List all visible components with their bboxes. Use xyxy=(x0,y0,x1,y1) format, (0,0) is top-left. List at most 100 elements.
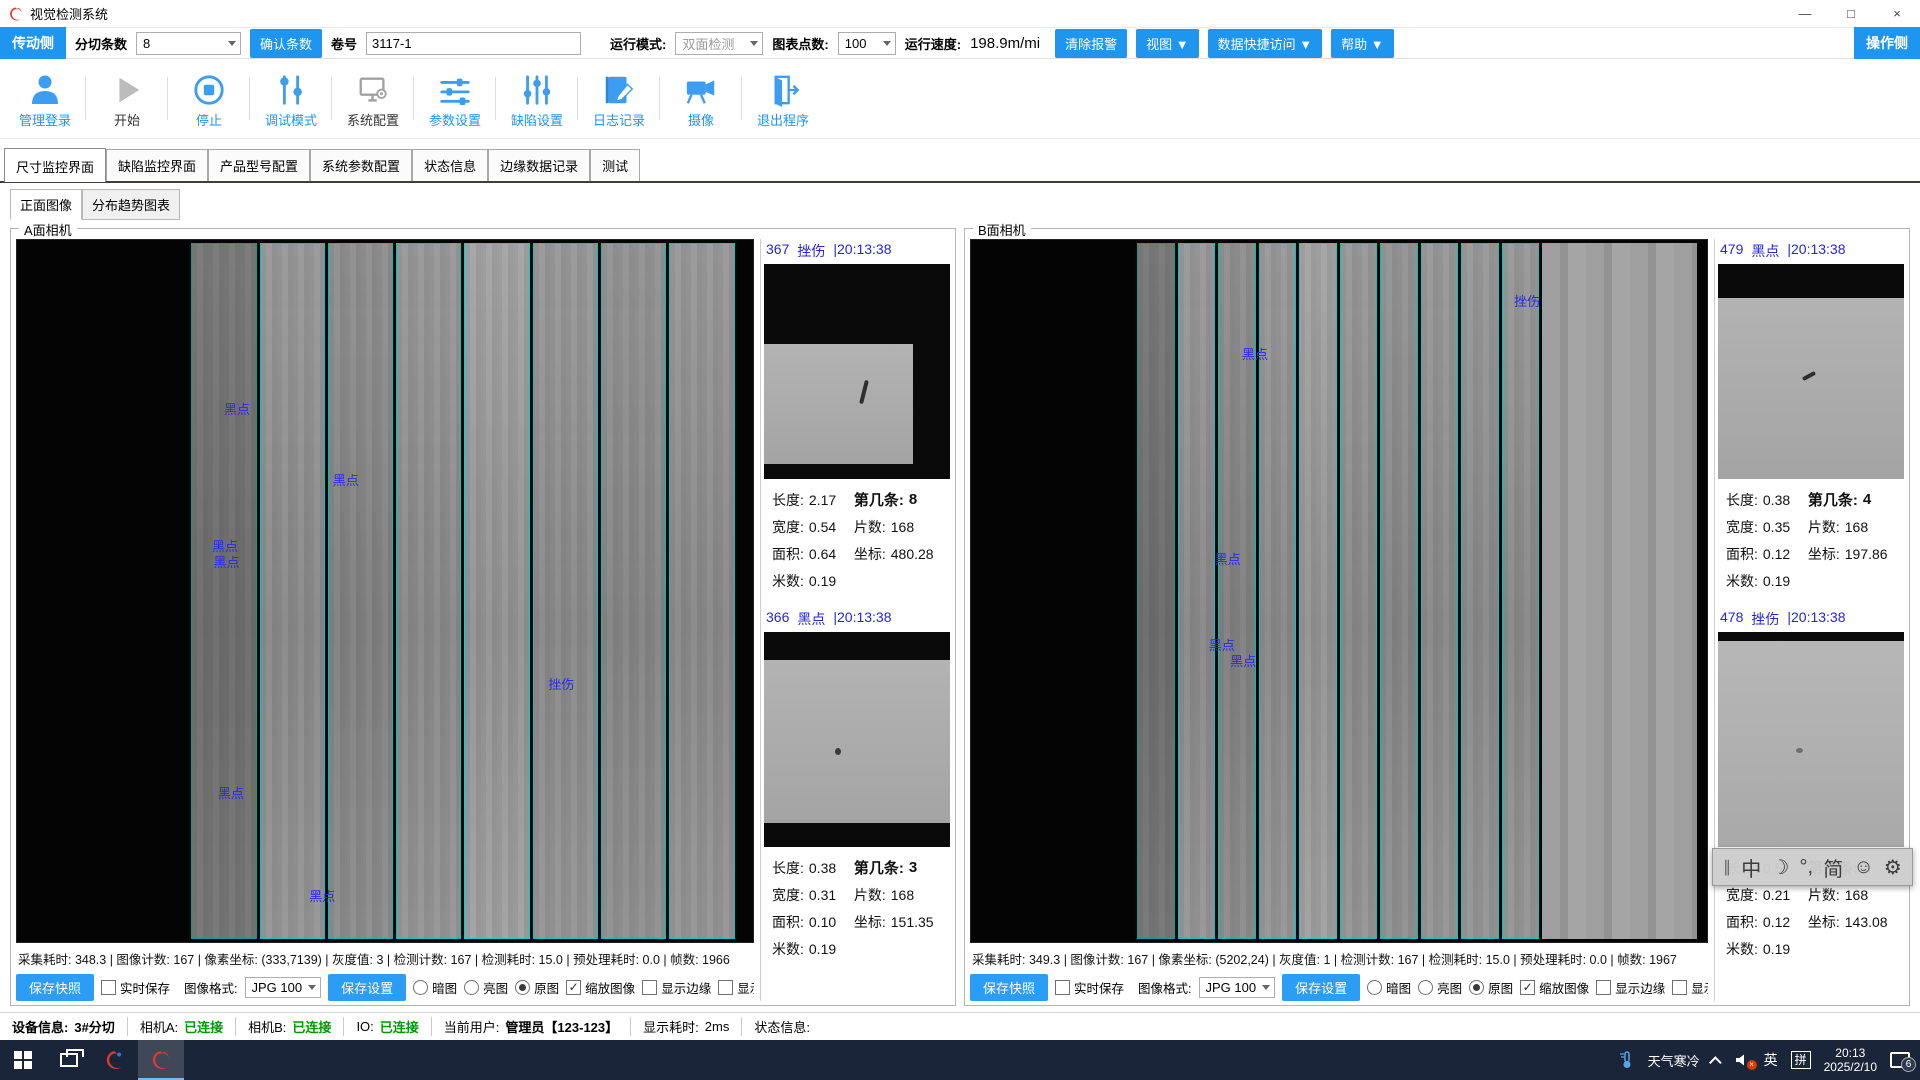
original-image-radio[interactable]: 原图 xyxy=(515,978,559,997)
ime-moon-icon[interactable]: ☽ xyxy=(1771,855,1789,880)
language-indicator[interactable]: 英 xyxy=(1764,1050,1778,1070)
drive-side-button[interactable]: 传动侧 xyxy=(0,27,66,59)
run-mode-select[interactable]: 双面检测 xyxy=(675,32,763,55)
ime-emoji-icon[interactable]: ☺ xyxy=(1853,856,1873,879)
image-format-select[interactable]: JPG 100 xyxy=(1199,977,1276,998)
chart-points-select[interactable]: 100 xyxy=(838,32,896,55)
defect-sliders-icon xyxy=(520,69,554,107)
stat-value: 0.19 xyxy=(1763,573,1790,589)
running-app-button[interactable] xyxy=(138,1040,184,1080)
operate-side-button[interactable]: 操作侧 xyxy=(1854,27,1920,59)
ime-drag-handle[interactable]: ∥ xyxy=(1723,857,1731,877)
tool-exit[interactable]: 退出程序 xyxy=(742,59,824,138)
maximize-button[interactable]: □ xyxy=(1828,0,1874,27)
tool-defect-sliders[interactable]: 缺陷设置 xyxy=(496,59,578,138)
show-edge-checkbox[interactable]: 显示边缘 xyxy=(1596,978,1665,997)
stat-label: 米数: xyxy=(772,571,804,591)
stat-label: 长度: xyxy=(772,858,804,878)
notification-badge: 6 xyxy=(1901,1057,1916,1072)
show-strips-checkbox[interactable]: 显示条数 xyxy=(1672,978,1708,997)
main-tab-6[interactable]: 测试 xyxy=(590,149,640,181)
user-icon xyxy=(27,69,63,107)
camera-b-image[interactable]: 挫伤黑点黑点黑点黑点 xyxy=(970,239,1708,943)
realtime-save-checkbox[interactable]: 实时保存 xyxy=(1055,978,1124,997)
tool-camera[interactable]: 摄像 xyxy=(660,59,742,138)
tool-log[interactable]: 日志记录 xyxy=(578,59,660,138)
weather-status[interactable]: 天气寒冷 xyxy=(1648,1051,1700,1070)
minimize-button[interactable]: — xyxy=(1782,0,1828,27)
sub-tab-1[interactable]: 分布趋势图表 xyxy=(82,189,180,220)
show-strips-checkbox[interactable]: 显示条数 xyxy=(718,978,754,997)
save-snapshot-button[interactable]: 保存快照 xyxy=(970,974,1048,1001)
defect-card-header[interactable]: 367 挫伤 |20:13:38 xyxy=(764,239,950,264)
tool-stop[interactable]: 停止 xyxy=(168,59,250,138)
checkbox-icon xyxy=(1596,980,1611,995)
pinned-app-button[interactable] xyxy=(92,1040,138,1080)
run-mode-label: 运行模式: xyxy=(610,34,666,53)
stat-value: 0.54 xyxy=(809,519,836,535)
defect-card-header[interactable]: 366 黑点 |20:13:38 xyxy=(764,607,950,632)
task-view-button[interactable] xyxy=(46,1040,92,1080)
show-edge-checkbox[interactable]: 显示边缘 xyxy=(642,978,711,997)
realtime-save-checkbox[interactable]: 实时保存 xyxy=(101,978,170,997)
confirm-count-button[interactable]: 确认条数 xyxy=(250,29,322,58)
ime-settings-icon[interactable]: ⚙ xyxy=(1884,855,1902,880)
dark-image-radio[interactable]: 暗图 xyxy=(1367,978,1411,997)
view-menu-button[interactable]: 视图 ▼ xyxy=(1136,29,1198,58)
checkbox-icon xyxy=(1672,980,1687,995)
stat-value: 0.38 xyxy=(1763,492,1790,508)
save-snapshot-button[interactable]: 保存快照 xyxy=(16,974,94,1001)
clock-time: 20:13 xyxy=(1824,1046,1877,1060)
pinyin-indicator[interactable]: 拼 xyxy=(1791,1051,1811,1069)
ime-punctuation-indicator[interactable]: °, xyxy=(1800,856,1814,879)
film-strip xyxy=(601,243,666,939)
tool-debug-sliders[interactable]: 调试模式 xyxy=(250,59,332,138)
tool-system-config[interactable]: 系统配置 xyxy=(332,59,414,138)
tray-expand-icon[interactable] xyxy=(1709,1056,1722,1069)
camera-a-image[interactable]: 黑点黑点黑点黑点挫伤黑点黑点 xyxy=(16,239,754,943)
tool-params-sliders[interactable]: 参数设置 xyxy=(414,59,496,138)
tool-play[interactable]: 开始 xyxy=(86,59,168,138)
original-image-radio[interactable]: 原图 xyxy=(1469,978,1513,997)
clear-alarm-button[interactable]: 清除报警 xyxy=(1055,29,1127,58)
defect-card-header[interactable]: 479 黑点 |20:13:38 xyxy=(1718,239,1904,264)
bright-image-radio[interactable]: 亮图 xyxy=(464,978,508,997)
tool-user[interactable]: 管理登录 xyxy=(4,59,86,138)
zoom-image-checkbox[interactable]: 缩放图像 xyxy=(1520,978,1589,997)
film-strip xyxy=(1137,243,1175,939)
roll-number-input[interactable] xyxy=(366,32,581,55)
image-format-select[interactable]: JPG 100 xyxy=(245,977,322,998)
thermometer-icon[interactable] xyxy=(1619,1051,1635,1069)
stat-label: 宽度: xyxy=(1726,517,1758,537)
title-bar: 视觉检测系统 — □ × xyxy=(0,0,1920,27)
defect-card: 367 挫伤 |20:13:38 长度:2.17 第几条:8 宽度:0.54 片… xyxy=(764,239,950,594)
quick-data-menu-button[interactable]: 数据快捷访问 ▼ xyxy=(1208,29,1322,58)
save-settings-button[interactable]: 保存设置 xyxy=(1282,974,1360,1001)
stat-label: 宽度: xyxy=(772,517,804,537)
start-button[interactable] xyxy=(0,1040,46,1080)
bright-image-radio[interactable]: 亮图 xyxy=(1418,978,1462,997)
ime-lang-indicator[interactable]: 中 xyxy=(1741,853,1761,882)
main-tab-5[interactable]: 边缘数据记录 xyxy=(488,149,590,181)
main-tab-2[interactable]: 产品型号配置 xyxy=(208,149,310,181)
ime-simplified-indicator[interactable]: 简 xyxy=(1823,853,1843,882)
checkbox-label: 缩放图像 xyxy=(1539,978,1589,997)
save-settings-button[interactable]: 保存设置 xyxy=(328,974,406,1001)
help-menu-button[interactable]: 帮助 ▼ xyxy=(1331,29,1393,58)
main-tab-0[interactable]: 尺寸监控界面 xyxy=(4,148,106,182)
main-tab-3[interactable]: 系统参数配置 xyxy=(310,149,412,181)
sub-tab-0[interactable]: 正面图像 xyxy=(10,189,82,220)
main-tab-1[interactable]: 缺陷监控界面 xyxy=(106,149,208,181)
volume-muted-icon[interactable]: × xyxy=(1735,1053,1751,1067)
notification-center-icon[interactable]: 6 xyxy=(1890,1052,1910,1068)
main-tab-4[interactable]: 状态信息 xyxy=(412,149,488,181)
taskbar-clock[interactable]: 20:13 2025/2/10 xyxy=(1824,1046,1877,1074)
dark-image-radio[interactable]: 暗图 xyxy=(413,978,457,997)
tool-label: 系统配置 xyxy=(347,110,399,129)
zoom-image-checkbox[interactable]: 缩放图像 xyxy=(566,978,635,997)
close-button[interactable]: × xyxy=(1874,0,1920,27)
slit-count-select[interactable]: 8 xyxy=(136,32,241,55)
checkbox-label: 实时保存 xyxy=(1074,978,1124,997)
defect-card-header[interactable]: 478 挫伤 |20:13:38 xyxy=(1718,607,1904,632)
film-strip xyxy=(533,243,598,939)
